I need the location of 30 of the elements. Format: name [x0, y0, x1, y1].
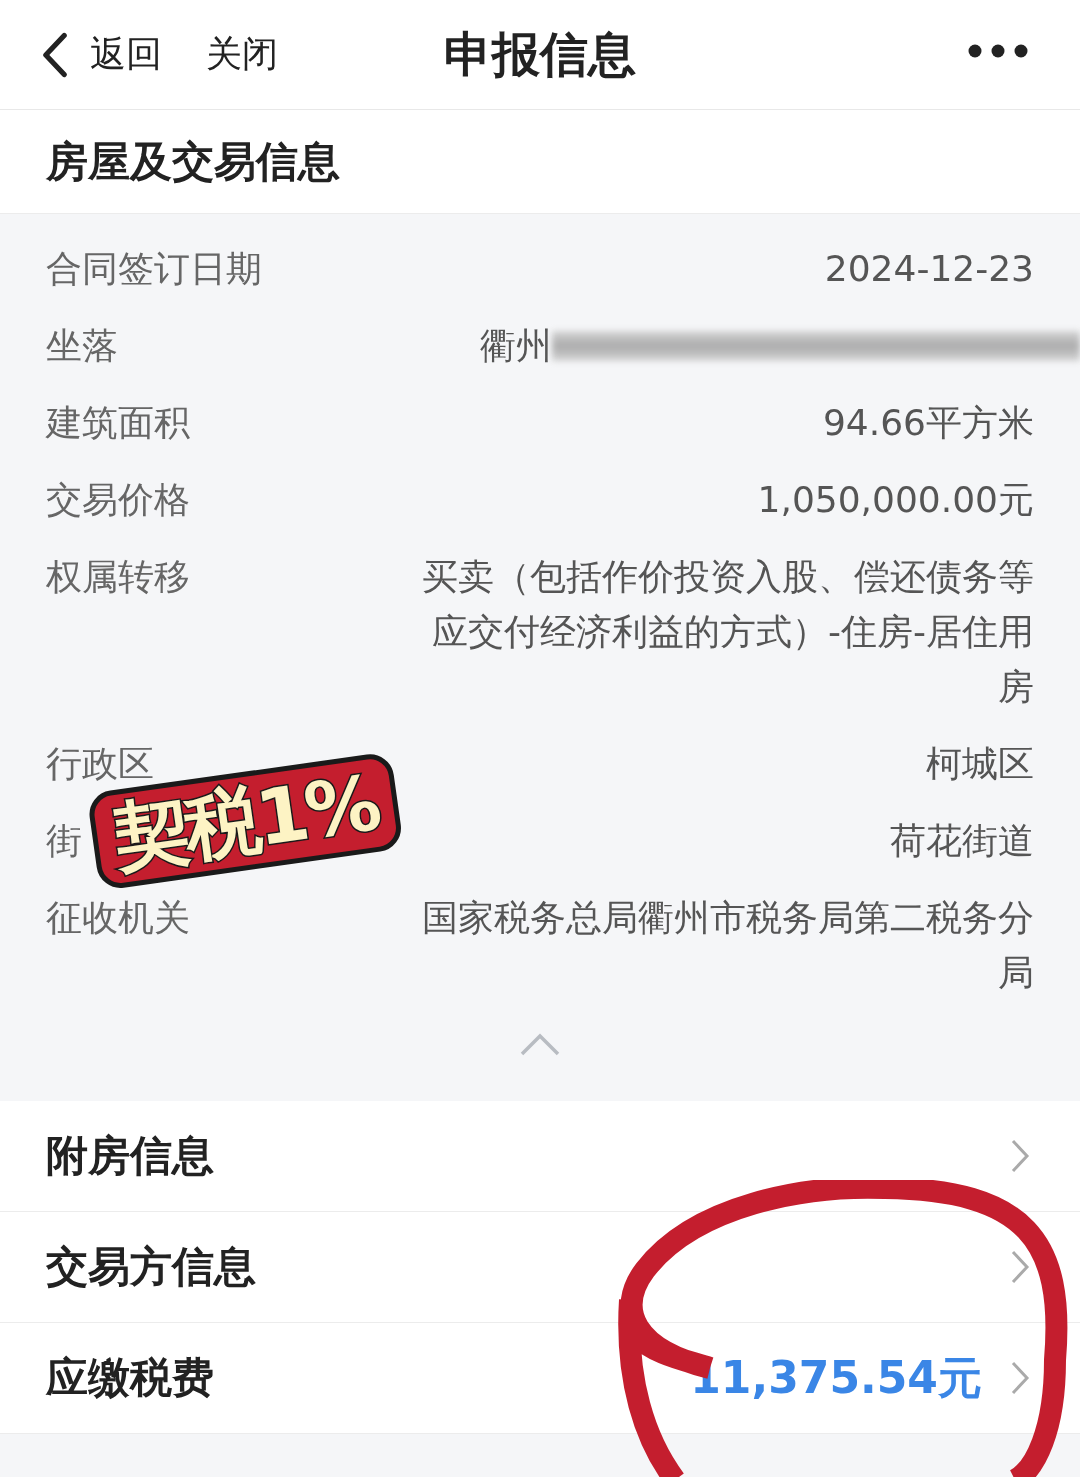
field-label: 街	[46, 819, 82, 863]
field-label: 征收机关	[46, 896, 190, 940]
field-value: 买卖（包括作价投资入股、偿还债务等应交付经济利益的方式）-住房-居住用房	[421, 555, 1034, 709]
list-item[interactable]: 应缴税费 11,375.54元	[0, 1323, 1080, 1434]
field-label: 建筑面积	[46, 401, 190, 445]
field-value: 衢州	[480, 324, 552, 368]
field-value: 94.66平方米	[822, 401, 1034, 445]
close-button[interactable]: 关闭	[206, 30, 278, 79]
field-label: 交易价格	[46, 478, 190, 522]
field-label: 权属转移	[46, 555, 190, 599]
item-label: 应缴税费	[46, 1352, 215, 1404]
field-value: 荷花街道	[890, 819, 1034, 863]
page-title: 申报信息	[443, 24, 637, 84]
list-item[interactable]: 附房信息	[0, 1101, 1080, 1212]
list-item[interactable]: 交易方信息	[0, 1212, 1080, 1323]
chevron-right-icon	[1010, 1249, 1030, 1285]
more-icon[interactable]	[968, 43, 1028, 59]
field-value: 1,050,000.00元	[757, 478, 1034, 522]
field-label: 合同签订日期	[46, 247, 262, 291]
back-button[interactable]: 返回	[40, 30, 162, 79]
field-value: 柯城区	[926, 742, 1034, 786]
chevron-right-icon	[1010, 1138, 1030, 1174]
section-header[interactable]: 房屋及交易信息	[0, 110, 1080, 214]
item-label: 附房信息	[46, 1130, 215, 1182]
chevron-right-icon	[1010, 1360, 1030, 1396]
field-value: 2024-12-23	[824, 247, 1034, 291]
field-label: 坐落	[46, 324, 118, 368]
item-label: 交易方信息	[46, 1241, 257, 1293]
tax-amount: 11,375.54元	[690, 1350, 982, 1405]
field-value: 国家税务总局衢州市税务局第二税务分局	[421, 896, 1034, 995]
